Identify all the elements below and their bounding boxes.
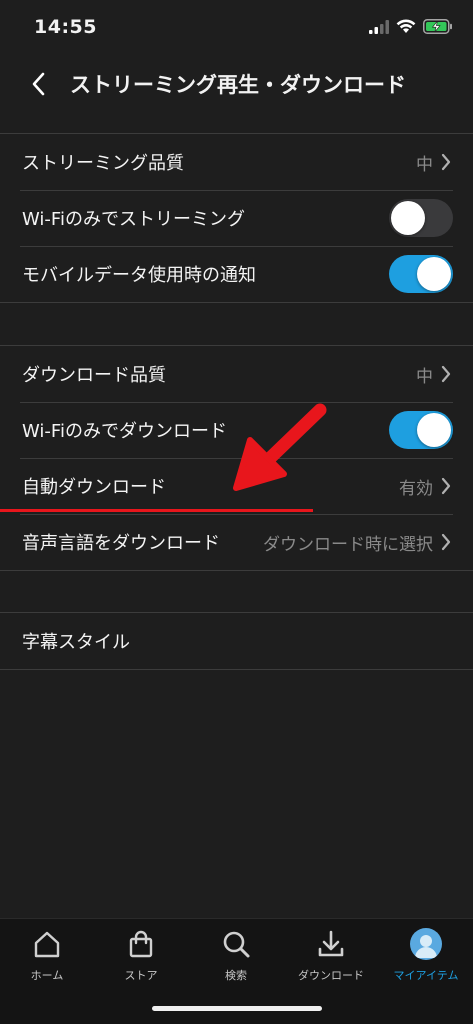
chevron-right-icon bbox=[439, 476, 453, 496]
search-icon bbox=[219, 927, 253, 961]
tab-my-items[interactable]: マイアイテム bbox=[379, 927, 473, 991]
streaming-settings-section: ストリーミング品質 中 Wi-Fiのみでストリーミング モバイルデータ使用時の通… bbox=[0, 133, 473, 303]
subtitle-style-label: 字幕スタイル bbox=[22, 632, 130, 653]
mobile-data-notice-row: モバイルデータ使用時の通知 bbox=[0, 246, 473, 302]
wifi-only-download-label: Wi-Fiのみでダウンロード bbox=[22, 421, 227, 442]
download-quality-row[interactable]: ダウンロード品質 中 bbox=[0, 346, 473, 402]
auto-download-value: 有効 bbox=[399, 478, 433, 499]
chevron-right-icon bbox=[439, 152, 453, 172]
status-icons bbox=[369, 19, 453, 34]
streaming-quality-value: 中 bbox=[416, 154, 433, 175]
battery-charging-icon bbox=[423, 19, 452, 34]
annotation-underline bbox=[0, 509, 313, 512]
avatar bbox=[409, 927, 443, 961]
subtitle-style-row[interactable]: 字幕スタイル bbox=[0, 613, 473, 669]
subtitle-settings-section: 字幕スタイル bbox=[0, 612, 473, 670]
tab-home-label: ホーム bbox=[30, 969, 64, 982]
mobile-data-notice-label: モバイルデータ使用時の通知 bbox=[22, 265, 256, 286]
download-icon bbox=[314, 927, 348, 961]
shopping-bag-icon bbox=[124, 927, 158, 961]
wifi-only-streaming-label: Wi-Fiのみでストリーミング bbox=[22, 209, 245, 230]
tab-my-items-label: マイアイテム bbox=[393, 969, 459, 982]
auto-download-label: 自動ダウンロード bbox=[22, 477, 166, 498]
wifi-icon bbox=[396, 19, 416, 33]
tab-search[interactable]: 検索 bbox=[189, 927, 283, 991]
wifi-only-streaming-toggle[interactable] bbox=[389, 199, 453, 237]
page-title: ストリーミング再生・ダウンロード bbox=[70, 73, 406, 97]
tab-home[interactable]: ホーム bbox=[0, 927, 94, 991]
back-button[interactable] bbox=[18, 64, 58, 104]
home-icon bbox=[30, 927, 64, 961]
wifi-only-streaming-row: Wi-Fiのみでストリーミング bbox=[0, 190, 473, 246]
cellular-signal-icon bbox=[369, 19, 389, 34]
download-quality-label: ダウンロード品質 bbox=[22, 365, 166, 386]
download-audio-language-row[interactable]: 音声言語をダウンロード ダウンロード時に選択 bbox=[0, 514, 473, 570]
chevron-right-icon bbox=[439, 532, 453, 552]
streaming-quality-label: ストリーミング品質 bbox=[22, 153, 184, 174]
wifi-only-download-toggle[interactable] bbox=[389, 411, 453, 449]
tab-search-label: 検索 bbox=[225, 969, 247, 982]
tab-store-label: ストア bbox=[124, 969, 158, 982]
chevron-right-icon bbox=[439, 364, 453, 384]
mobile-data-notice-toggle[interactable] bbox=[389, 255, 453, 293]
home-indicator[interactable] bbox=[152, 1006, 322, 1011]
status-bar: 14:55 bbox=[0, 0, 473, 56]
status-time: 14:55 bbox=[34, 16, 97, 38]
annotation-arrow-icon bbox=[233, 403, 327, 491]
toggle-knob bbox=[417, 257, 451, 291]
navigation-bar: ストリーミング再生・ダウンロード bbox=[0, 56, 473, 110]
toggle-knob bbox=[417, 413, 451, 447]
streaming-quality-row[interactable]: ストリーミング品質 中 bbox=[0, 134, 473, 190]
chevron-left-icon bbox=[32, 72, 45, 96]
tab-store[interactable]: ストア bbox=[94, 927, 188, 991]
download-audio-language-value: ダウンロード時に選択 bbox=[263, 534, 433, 555]
tab-downloads[interactable]: ダウンロード bbox=[284, 927, 378, 991]
download-quality-value: 中 bbox=[416, 366, 433, 387]
download-audio-language-label: 音声言語をダウンロード bbox=[22, 533, 220, 554]
toggle-knob bbox=[391, 201, 425, 235]
tab-downloads-label: ダウンロード bbox=[298, 969, 364, 982]
